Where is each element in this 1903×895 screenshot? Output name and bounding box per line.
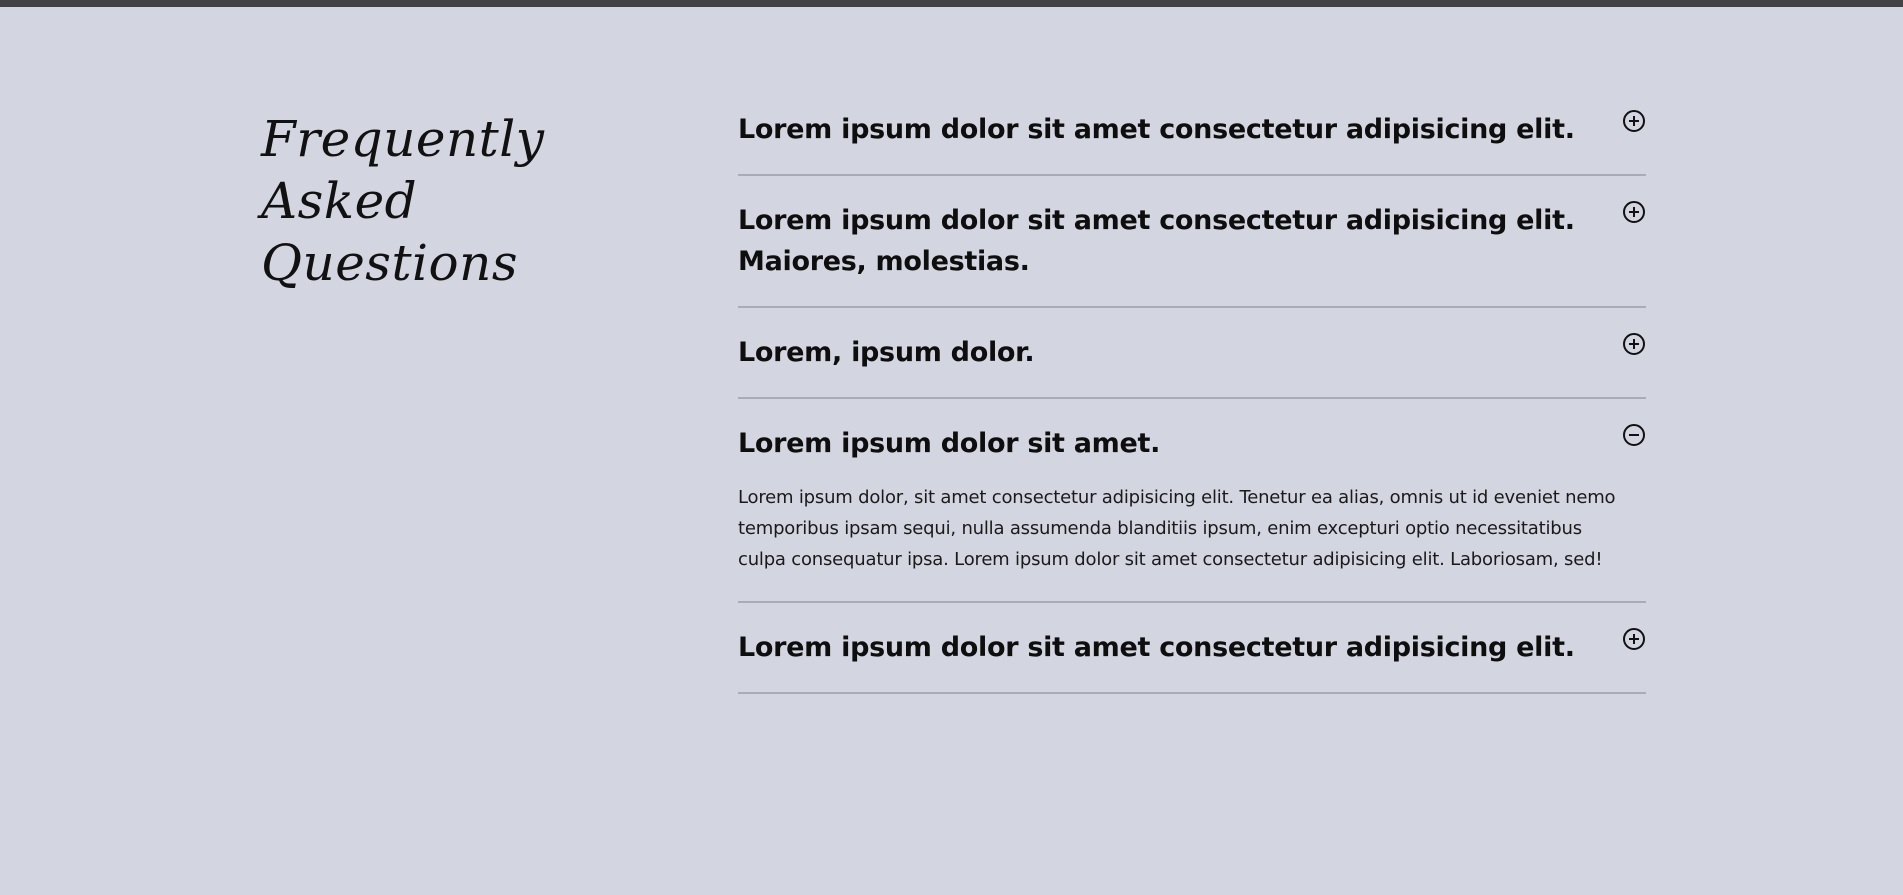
faq-item: Lorem ipsum dolor sit amet consectetur a…: [738, 176, 1646, 308]
plus-circle-icon[interactable]: [1622, 109, 1646, 133]
faq-question-text: Lorem ipsum dolor sit amet consectetur a…: [738, 632, 1575, 663]
faq-question-toggle[interactable]: Lorem ipsum dolor sit amet consectetur a…: [738, 200, 1646, 282]
plus-circle-icon[interactable]: [1622, 200, 1646, 224]
plus-circle-icon[interactable]: [1622, 332, 1646, 356]
faq-question-toggle[interactable]: Lorem ipsum dolor sit amet consectetur a…: [738, 627, 1646, 668]
faq-question-toggle[interactable]: Lorem ipsum dolor sit amet.: [738, 423, 1646, 464]
faq-item: Lorem, ipsum dolor.: [738, 308, 1646, 399]
faq-question-text: Lorem ipsum dolor sit amet consectetur a…: [738, 114, 1575, 145]
faq-item: Lorem ipsum dolor sit amet consectetur a…: [738, 84, 1646, 176]
faq-item-expanded: Lorem ipsum dolor sit amet. Lorem ipsum …: [738, 399, 1646, 603]
faq-item: Lorem ipsum dolor sit amet consectetur a…: [738, 603, 1646, 694]
faq-question-text: Lorem ipsum dolor sit amet.: [738, 428, 1161, 459]
faq-answer: Lorem ipsum dolor, sit amet consectetur …: [738, 487, 1616, 570]
faq-list: Lorem ipsum dolor sit amet consectetur a…: [738, 84, 1646, 694]
minus-circle-icon[interactable]: [1622, 423, 1646, 447]
faq-question-text: Lorem, ipsum dolor.: [738, 337, 1035, 368]
faq-question-toggle[interactable]: Lorem, ipsum dolor.: [738, 332, 1646, 373]
faq-question-toggle[interactable]: Lorem ipsum dolor sit amet consectetur a…: [738, 109, 1646, 150]
faq-question-text: Lorem ipsum dolor sit amet consectetur a…: [738, 205, 1575, 277]
top-bar: [0, 0, 1903, 7]
page-title: Frequently Asked Questions: [261, 110, 545, 292]
plus-circle-icon[interactable]: [1622, 627, 1646, 651]
